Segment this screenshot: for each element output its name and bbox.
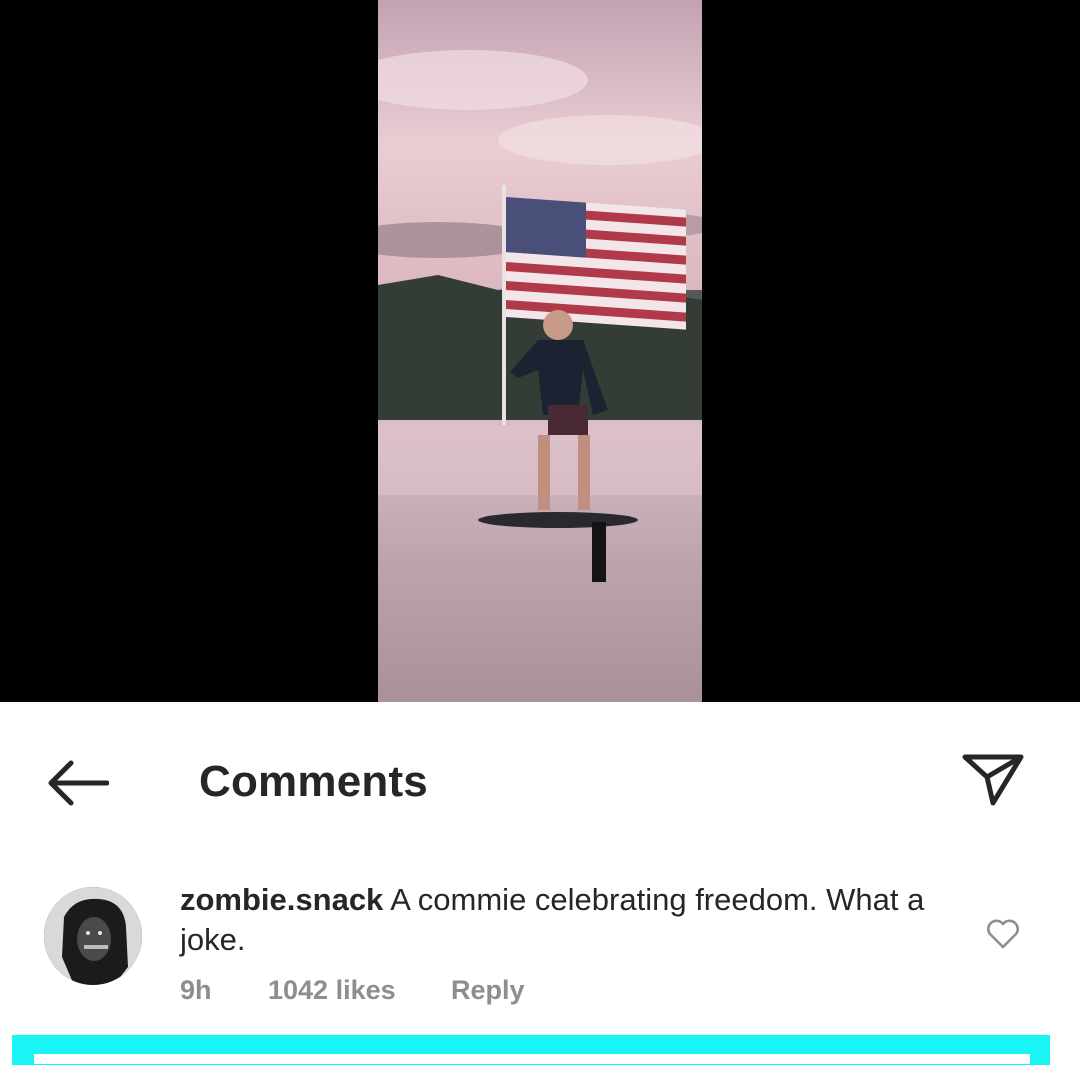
avatar[interactable] <box>44 887 142 985</box>
comment-username[interactable]: zombie.snack <box>180 882 383 917</box>
page-title: Comments <box>199 757 428 806</box>
media-area <box>0 0 1080 702</box>
comment-text-block: zombie.snack A commie celebrating freedo… <box>180 880 960 960</box>
comments-header <box>0 702 1080 852</box>
video-thumbnail <box>378 0 702 702</box>
paper-plane-icon <box>962 754 1024 806</box>
video-player[interactable] <box>378 0 702 702</box>
share-button[interactable] <box>955 745 1031 815</box>
arrow-left-icon <box>48 760 109 806</box>
heart-outline-icon <box>987 919 1019 949</box>
comment-likes-count[interactable]: 1042 likes <box>268 975 396 1006</box>
highlight-bar-inner <box>34 1054 1030 1064</box>
comment-time: 9h <box>180 975 212 1005</box>
like-button[interactable] <box>982 914 1024 954</box>
reply-button[interactable]: Reply <box>451 975 525 1006</box>
user-avatar-image <box>44 887 142 985</box>
back-button[interactable] <box>40 750 114 816</box>
